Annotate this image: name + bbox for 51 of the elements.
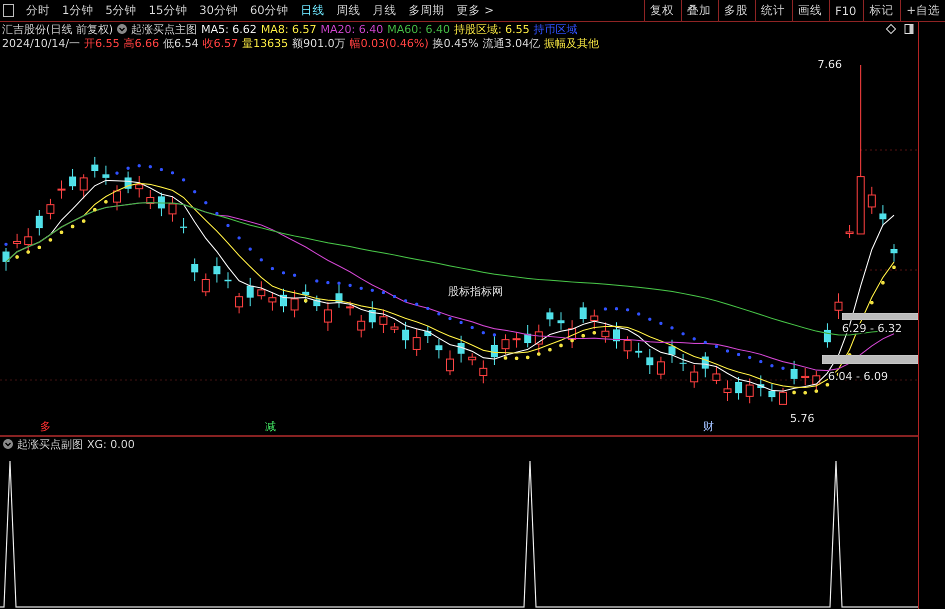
event-marker: 财 bbox=[703, 420, 714, 433]
period-tab[interactable]: 1分钟 bbox=[57, 0, 98, 21]
legend-value: 持股区域: 6.55 bbox=[454, 22, 530, 36]
quote-value: 振幅及其他 bbox=[544, 36, 600, 50]
legend-value: MA60: 6.40 bbox=[387, 22, 450, 36]
period-tab[interactable]: 月线 bbox=[368, 0, 402, 21]
toolbar-button[interactable]: 叠加 bbox=[681, 0, 716, 21]
event-marker: 减 bbox=[265, 420, 276, 433]
toolbar-button[interactable]: 复权 bbox=[644, 0, 680, 21]
diamond-icon[interactable] bbox=[886, 24, 896, 34]
toolbar-button[interactable]: 画线 bbox=[792, 0, 828, 21]
indicator-name: 起涨买点副图 bbox=[17, 436, 83, 452]
toolbar-button[interactable]: 多股 bbox=[718, 0, 754, 21]
toolbar-button[interactable]: +自选 bbox=[900, 0, 945, 21]
indicator-reading: XG: 0.00 bbox=[87, 438, 135, 450]
period-tab[interactable]: 分时 bbox=[21, 0, 55, 21]
quote-value: 收6.57 bbox=[202, 36, 238, 50]
period-tab[interactable]: 多周期 bbox=[404, 0, 450, 21]
dropdown-circle-icon[interactable] bbox=[117, 24, 128, 34]
stock-title: 汇吉股份(日线 前复权) bbox=[2, 22, 114, 36]
toolbar-button[interactable]: F10 bbox=[829, 0, 862, 21]
quote-value: 高6.66 bbox=[124, 36, 160, 50]
event-marker: 多 bbox=[40, 420, 51, 433]
period-tab[interactable]: 周线 bbox=[332, 0, 366, 21]
price-annotation: 5.76 bbox=[790, 412, 814, 425]
period-tab[interactable]: 15分钟 bbox=[144, 0, 192, 21]
indicator-name: 起涨买点主图 bbox=[131, 22, 198, 36]
price-annotation: 股标指标网 bbox=[448, 285, 503, 298]
period-tab[interactable]: 5分钟 bbox=[100, 0, 142, 21]
period-tab[interactable]: 60分钟 bbox=[244, 0, 294, 21]
quote-value: 流通3.04亿 bbox=[482, 36, 540, 50]
quote-value: 额901.0万 bbox=[292, 36, 346, 50]
period-tab[interactable]: 更多 > bbox=[452, 0, 499, 21]
quote-value: 量13635 bbox=[242, 36, 288, 50]
legend-value: 持币区域 bbox=[534, 22, 578, 36]
legend-value: MA20: 6.40 bbox=[320, 22, 384, 36]
panel-icon[interactable] bbox=[904, 24, 914, 34]
quote-value: 2024/10/14/一 bbox=[2, 36, 80, 50]
quote-value: 开6.55 bbox=[84, 36, 120, 50]
quote-value: 低6.54 bbox=[163, 36, 199, 50]
price-annotation: 7.66 bbox=[818, 58, 842, 71]
panel-toggle-icon[interactable] bbox=[3, 4, 14, 17]
quote-value: 换0.45% bbox=[432, 36, 479, 50]
quote-value: 幅0.03(0.46%) bbox=[350, 36, 429, 50]
toolbar-button[interactable]: 标记 bbox=[863, 0, 898, 21]
period-tab[interactable]: 30分钟 bbox=[194, 0, 243, 21]
legend-value: MA5: 6.62 bbox=[201, 22, 257, 36]
legend-value: MA8: 6.57 bbox=[260, 22, 317, 36]
dropdown-circle-icon[interactable] bbox=[3, 439, 13, 449]
toolbar-button[interactable]: 统计 bbox=[755, 0, 790, 21]
period-tab[interactable]: 日线 bbox=[296, 0, 330, 21]
